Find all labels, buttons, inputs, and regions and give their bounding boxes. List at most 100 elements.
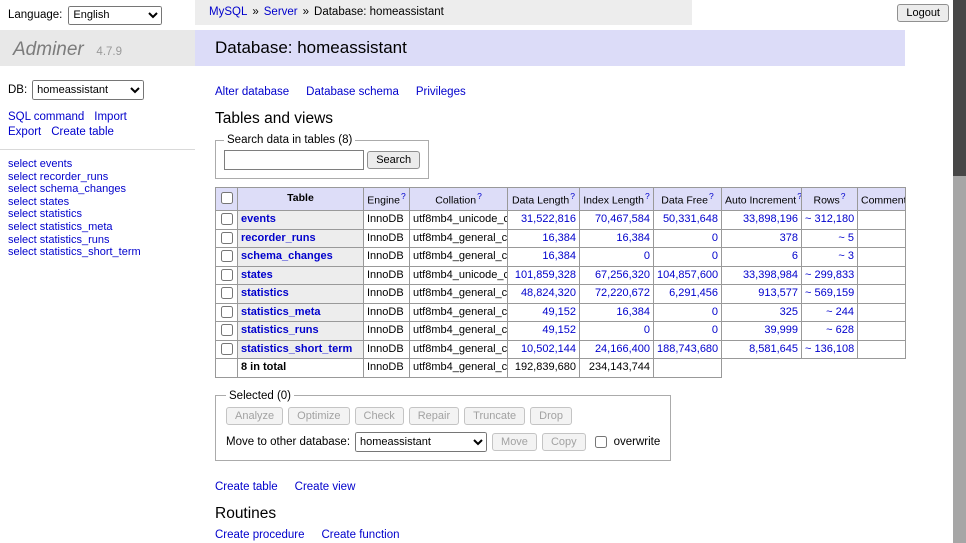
page-scrollbar[interactable] — [953, 0, 966, 543]
overwrite-checkbox[interactable] — [595, 436, 607, 448]
nav-link[interactable]: Privileges — [416, 86, 466, 98]
column-help-link[interactable]: ? — [797, 191, 801, 201]
rows-link[interactable]: ~ 3 — [838, 250, 854, 262]
select-all-checkbox[interactable] — [221, 192, 233, 204]
move-db-select[interactable]: homeassistant — [355, 432, 487, 452]
rows-link[interactable]: ~ 569,159 — [805, 287, 854, 299]
column-help-link[interactable]: ? — [477, 191, 482, 201]
data-free-link[interactable]: 6,291,456 — [669, 287, 718, 299]
row-select-checkbox[interactable] — [221, 269, 233, 281]
row-select-checkbox[interactable] — [221, 343, 233, 355]
table-name-link[interactable]: statistics — [241, 287, 289, 299]
rows-link[interactable]: ~ 5 — [838, 232, 854, 244]
language-select[interactable]: English — [68, 6, 162, 25]
breadcrumb-mysql-link[interactable]: MySQL — [209, 6, 247, 18]
rows-link[interactable]: ~ 244 — [826, 306, 854, 318]
index-length-link[interactable]: 0 — [644, 324, 650, 336]
data-length-link[interactable]: 101,859,328 — [515, 269, 576, 281]
logout-button[interactable]: Logout — [897, 4, 949, 22]
data-length-link[interactable]: 16,384 — [542, 232, 576, 244]
column-help-link[interactable]: ? — [709, 191, 714, 201]
routine-link[interactable]: Create function — [322, 529, 400, 541]
auto-increment-link[interactable]: 325 — [780, 306, 798, 318]
bulk-check-button[interactable]: Check — [355, 407, 404, 425]
data-free-link[interactable]: 50,331,648 — [663, 213, 718, 225]
table-name-link[interactable]: states — [241, 269, 273, 281]
data-free-link[interactable]: 0 — [712, 250, 718, 262]
column-help-link[interactable]: ? — [645, 191, 650, 201]
row-select-checkbox[interactable] — [221, 250, 233, 262]
breadcrumb-server-link[interactable]: Server — [264, 6, 298, 18]
rows-link[interactable]: ~ 628 — [826, 324, 854, 336]
table-name-link[interactable]: events — [241, 213, 276, 225]
index-length-link[interactable]: 0 — [644, 250, 650, 262]
rows-link[interactable]: ~ 312,180 — [805, 213, 854, 225]
data-free-link[interactable]: 0 — [712, 306, 718, 318]
data-length-link[interactable]: 10,502,144 — [521, 343, 576, 355]
data-free-link[interactable]: 104,857,600 — [657, 269, 718, 281]
sidebar-table-link[interactable]: select schema_changes — [8, 183, 126, 195]
index-length-link[interactable]: 67,256,320 — [595, 269, 650, 281]
data-free-link[interactable]: 0 — [712, 324, 718, 336]
data-length-link[interactable]: 49,152 — [542, 306, 576, 318]
bulk-drop-button[interactable]: Drop — [530, 407, 572, 425]
overwrite-label[interactable]: overwrite — [614, 436, 661, 448]
row-select-checkbox[interactable] — [221, 232, 233, 244]
sidebar-table-link[interactable]: select states — [8, 196, 69, 208]
table-name-link[interactable]: statistics_meta — [241, 306, 321, 318]
rows-link[interactable]: ~ 299,833 — [805, 269, 854, 281]
auto-increment-link[interactable]: 378 — [780, 232, 798, 244]
import-link[interactable]: Import — [94, 111, 127, 123]
column-help-link[interactable]: ? — [401, 191, 406, 201]
search-button[interactable]: Search — [367, 151, 420, 169]
sidebar-table-link[interactable]: select recorder_runs — [8, 171, 108, 183]
routine-link[interactable]: Create procedure — [215, 529, 305, 541]
export-link[interactable]: Export — [8, 126, 41, 138]
data-length-link[interactable]: 49,152 — [542, 324, 576, 336]
index-length-link[interactable]: 72,220,672 — [595, 287, 650, 299]
sidebar-table-link[interactable]: select statistics_meta — [8, 221, 113, 233]
data-free-link[interactable]: 188,743,680 — [657, 343, 718, 355]
sidebar-table-link[interactable]: select statistics — [8, 208, 82, 220]
sidebar-table-link[interactable]: select statistics_short_term — [8, 246, 141, 258]
copy-button[interactable]: Copy — [542, 433, 586, 451]
bulk-truncate-button[interactable]: Truncate — [464, 407, 525, 425]
sidebar-table-link[interactable]: select events — [8, 158, 72, 170]
table-name-link[interactable]: statistics_runs — [241, 324, 319, 336]
move-button[interactable]: Move — [492, 433, 537, 451]
create-link[interactable]: Create table — [215, 481, 278, 493]
sidebar-table-link[interactable]: select statistics_runs — [8, 234, 109, 246]
bulk-repair-button[interactable]: Repair — [409, 407, 459, 425]
row-select-checkbox[interactable] — [221, 287, 233, 299]
bulk-optimize-button[interactable]: Optimize — [288, 407, 349, 425]
index-length-link[interactable]: 70,467,584 — [595, 213, 650, 225]
table-name-link[interactable]: schema_changes — [241, 250, 333, 262]
auto-increment-link[interactable]: 39,999 — [764, 324, 798, 336]
auto-increment-link[interactable]: 33,898,196 — [743, 213, 798, 225]
index-length-link[interactable]: 16,384 — [616, 232, 650, 244]
data-length-link[interactable]: 48,824,320 — [521, 287, 576, 299]
table-name-link[interactable]: statistics_short_term — [241, 343, 352, 355]
data-free-link[interactable]: 0 — [712, 232, 718, 244]
index-length-link[interactable]: 24,166,400 — [595, 343, 650, 355]
data-length-link[interactable]: 31,522,816 — [521, 213, 576, 225]
db-select[interactable]: homeassistant — [32, 80, 144, 100]
column-help-link[interactable]: ? — [841, 191, 846, 201]
auto-increment-link[interactable]: 33,398,984 — [743, 269, 798, 281]
rows-link[interactable]: ~ 136,108 — [805, 343, 854, 355]
row-select-checkbox[interactable] — [221, 306, 233, 318]
table-name-link[interactable]: recorder_runs — [241, 232, 316, 244]
column-help-link[interactable]: ? — [570, 191, 575, 201]
bulk-analyze-button[interactable]: Analyze — [226, 407, 283, 425]
data-length-link[interactable]: 16,384 — [542, 250, 576, 262]
auto-increment-link[interactable]: 6 — [792, 250, 798, 262]
create-table-link[interactable]: Create table — [51, 126, 114, 138]
row-select-checkbox[interactable] — [221, 213, 233, 225]
auto-increment-link[interactable]: 913,577 — [758, 287, 798, 299]
search-input[interactable] — [224, 150, 364, 170]
row-select-checkbox[interactable] — [221, 324, 233, 336]
index-length-link[interactable]: 16,384 — [616, 306, 650, 318]
create-link[interactable]: Create view — [295, 481, 356, 493]
scrollbar-thumb[interactable] — [953, 0, 966, 176]
sql-command-link[interactable]: SQL command — [8, 111, 84, 123]
